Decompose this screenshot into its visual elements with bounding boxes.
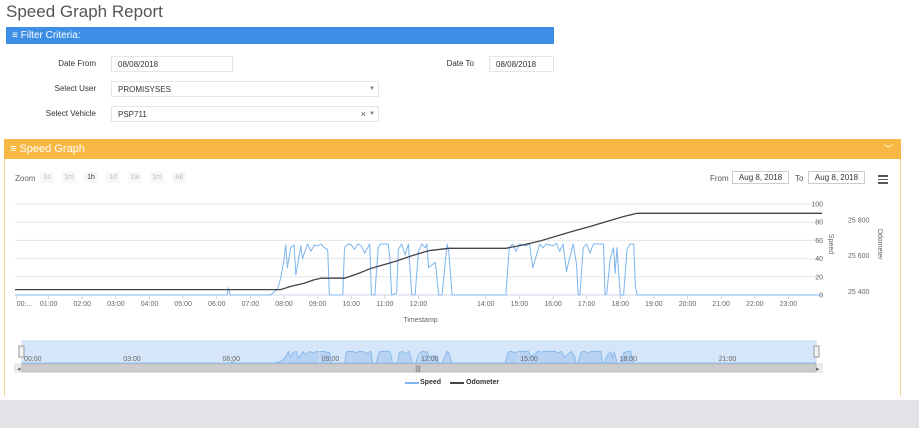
odometer-tick-label: 25 400 [848, 289, 870, 296]
navigator-tick-label: 18:00 [620, 356, 638, 363]
speed-chart: 00:... 01:00 02:00 03:00 04:00 05:00 06:00 07:0… [14, 202, 883, 373]
x-tick-label: 23:00 [780, 301, 798, 308]
x-tick-label: 14:00 [477, 301, 495, 308]
x-tick-label: 04:00 [141, 301, 159, 308]
x-tick-label: 05:00 [174, 301, 192, 308]
legend-speed-label[interactable]: Speed [420, 379, 441, 386]
x-tick-label: 07:00 [242, 301, 260, 308]
x-tick-label: 02:00 [73, 301, 91, 308]
speed-axis-title: Speed [827, 234, 834, 254]
speed-tick-label: 100 [811, 202, 823, 209]
odometer-tick-label: 25 800 [848, 218, 870, 225]
navigator-tick-label: 15:00 [520, 356, 538, 363]
speed-tick-label: 80 [815, 220, 823, 227]
x-tick-label: 03:00 [107, 301, 125, 308]
legend-odometer-swatch [450, 382, 464, 384]
speed-tick-label: 60 [815, 238, 823, 245]
x-tick-label: 11:00 [376, 301, 393, 308]
x-tick-label: 22:00 [746, 301, 764, 308]
navigator-tick-label: 12:00 [421, 356, 439, 363]
scrollbar-grip-icon[interactable]: ||| [415, 366, 421, 373]
navigator-tick-label: 03:00 [123, 356, 141, 363]
navigator-tick-label: 09:00 [322, 356, 340, 363]
bottom-background [0, 400, 919, 428]
speed-tick-label: 20 [815, 274, 823, 281]
x-tick-label: 10:00 [342, 301, 360, 308]
x-tick-label: 01:00 [40, 301, 58, 308]
x-tick-label: 08:00 [275, 301, 293, 308]
x-tick-label: 06:00 [208, 301, 226, 308]
x-tick-label: 12:00 [410, 301, 428, 308]
navigator-left-handle [18, 345, 25, 358]
odometer-axis-title: Odometer [876, 228, 883, 260]
x-tick-label: 00:... [17, 301, 33, 308]
navigator-tick-label: 21:00 [719, 356, 737, 363]
x-tick-label: 15:00 [511, 301, 529, 308]
odometer-tick-label: 25 600 [848, 253, 870, 260]
speed-tick-label: 40 [815, 256, 823, 263]
x-tick-label: 09:00 [309, 301, 327, 308]
x-tick-label: 21:00 [712, 301, 730, 308]
legend-speed-swatch [405, 382, 419, 384]
navigator-tick-label: 00:00 [24, 356, 42, 363]
scrollbar-left-arrow-icon[interactable]: ◂ [17, 366, 21, 373]
x-axis-title: Timestamp [403, 317, 437, 324]
x-tick-label: 18:00 [611, 301, 629, 308]
legend-odometer-label[interactable]: Odometer [466, 379, 499, 386]
navigator-right-handle [813, 345, 820, 358]
speed-tick-label: 0 [819, 293, 823, 300]
speed-series-line [15, 242, 822, 296]
x-tick-label: 17:00 [578, 301, 596, 308]
navigator-tick-label: 06:00 [223, 356, 241, 363]
scrollbar-right-arrow-icon[interactable]: ▸ [816, 366, 820, 373]
x-tick-label: 20:00 [679, 301, 697, 308]
x-tick-label: 19:00 [645, 301, 663, 308]
x-tick-label: 16:00 [544, 301, 562, 308]
